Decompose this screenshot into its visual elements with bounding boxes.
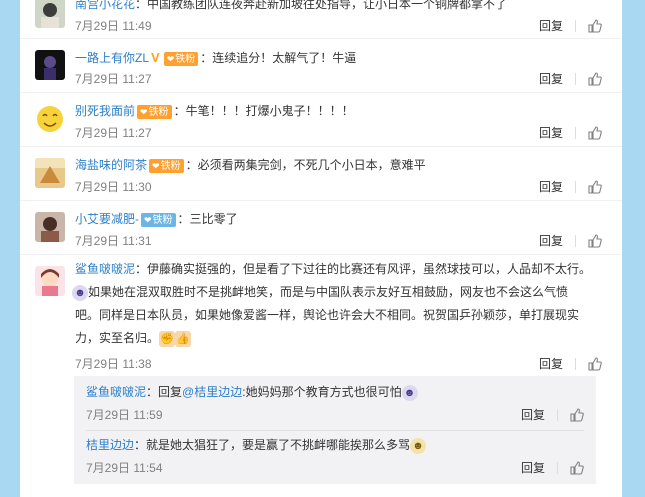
thumbs-up-icon[interactable] xyxy=(588,180,602,194)
mention-link[interactable]: @桔里边边 xyxy=(182,385,242,399)
doge-emoji-icon: ☻ xyxy=(72,284,88,301)
reply-button[interactable]: 回复 xyxy=(539,177,563,197)
comment-item: 一路上有你ZL V ❤铁粉 ：连续追分！太解气了！牛逼 7月29日 11:27 回复 xyxy=(20,38,622,93)
divider xyxy=(575,181,576,193)
username-link[interactable]: 桔里边边 xyxy=(86,438,134,452)
timestamp: 7月29日 11:59 xyxy=(86,408,163,422)
username-link[interactable]: 海盐味的阿茶 xyxy=(75,158,147,172)
reply-button[interactable]: 回复 xyxy=(539,16,563,36)
comment-text: 鲨鱼啵啵泥：伊藤确实挺强的，但是看了下过往的比赛还有风评，虽然球技可以，人品却不… xyxy=(75,262,592,276)
comment-text-line: 力，实至名归。✊ 👍 xyxy=(75,330,192,347)
reply-button[interactable]: 回复 xyxy=(539,123,563,143)
comment-content: 连续追分！太解气了！牛逼 xyxy=(212,51,357,65)
comment-content: 三比零了 xyxy=(189,212,238,226)
fan-badge-icon: ❤ xyxy=(166,53,175,64)
comment-meta: 7月29日 11:30 回复 xyxy=(75,177,602,197)
reply-button[interactable]: 回复 xyxy=(521,405,545,425)
timestamp: 7月29日 11:30 xyxy=(75,180,152,194)
avatar[interactable] xyxy=(35,0,65,28)
comment-meta: 7月29日 11:49 回复 xyxy=(75,16,602,36)
avatar[interactable] xyxy=(35,158,65,188)
sub-reply-item: 鲨鱼啵啵泥：回复@桔里边边:她妈妈那个教育方式也很可怕 ☻ 7月29日 11:59… xyxy=(74,376,596,430)
thumbs-up-icon[interactable] xyxy=(588,126,602,140)
comment-meta: 7月29日 11:38 回复 xyxy=(75,354,602,374)
comment-item: 鲨鱼啵啵泥：伊藤确实挺强的，但是看了下过往的比赛还有风评，虽然球技可以，人品却不… xyxy=(20,254,622,497)
comment-text-line: 吧。同样是日本队员，如果她像爱酱一样，舆论也许会大不相同。祝贺国乒孙颖莎，单打展… xyxy=(75,308,580,322)
timestamp: 7月29日 11:38 xyxy=(75,357,152,371)
verified-v-icon: V xyxy=(151,50,160,65)
timestamp: 7月29日 11:27 xyxy=(75,72,152,86)
divider xyxy=(575,20,576,32)
timestamp: 7月29日 11:54 xyxy=(86,461,163,475)
comment-item: 小艾要减肥- ❤铁粉 ：三比零了 7月29日 11:31 回复 xyxy=(20,200,622,255)
sub-reply-meta: 7月29日 11:54 回复 xyxy=(86,458,584,478)
comment-text: 南宫小花花：中国教练团队连夜奔赴新加坡往处指导，让小日本一个铜牌都拿不了 xyxy=(75,0,602,12)
sub-reply-text: 鲨鱼啵啵泥：回复@桔里边边:她妈妈那个教育方式也很可怕 ☻ xyxy=(86,382,418,402)
comment-content: 必须看两集完剑，不死几个小日本，意难平 xyxy=(197,158,426,172)
sub-reply-item: 桔里边边：就是她太猖狂了，要是赢了不挑衅哪能挨那么多骂 ☻ 7月29日 11:54… xyxy=(74,431,596,485)
thumbs-up-icon[interactable] xyxy=(588,357,602,371)
reply-button[interactable]: 回复 xyxy=(521,458,545,478)
comment-text: 小艾要减肥- ❤铁粉 ：三比零了 xyxy=(75,212,238,227)
fan-badge: ❤铁粉 xyxy=(163,51,199,66)
reply-button[interactable]: 回复 xyxy=(539,231,563,251)
timestamp: 7月29日 11:27 xyxy=(75,126,152,140)
fan-badge: ❤铁粉 xyxy=(141,212,176,227)
username-link[interactable]: 一路上有你ZL xyxy=(75,51,149,65)
divider xyxy=(557,462,558,474)
comment-item: 海盐味的阿茶 ❤铁粉 ：必须看两集完剑，不死几个小日本，意难平 7月29日 11:3… xyxy=(20,146,622,201)
avatar[interactable] xyxy=(35,212,65,242)
doge-emoji-icon: ☻ xyxy=(410,437,427,454)
strong-arm-emoji-icon: ✊ xyxy=(159,330,176,347)
comment-meta: 7月29日 11:27 回复 xyxy=(75,123,602,143)
timestamp: 7月29日 11:49 xyxy=(75,19,152,33)
comment-text-line: ☻ 如果她在混双取胜时不是挑衅地笑，而是与中国队表示友好互相鼓励，网友也不会这么气… xyxy=(72,281,602,304)
comment-content: 中国教练团队连夜奔赴新加坡往处指导，让小日本一个铜牌都拿不了 xyxy=(147,0,508,11)
thumbs-up-icon[interactable] xyxy=(588,72,602,86)
fan-badge-icon: ❤ xyxy=(140,106,148,117)
divider xyxy=(575,235,576,247)
avatar[interactable] xyxy=(35,266,65,296)
fan-badge-icon: ❤ xyxy=(152,160,160,171)
comment-item: 南宫小花花：中国教练团队连夜奔赴新加坡往处指导，让小日本一个铜牌都拿不了 7月2… xyxy=(20,0,622,39)
comment-meta: 7月29日 11:31 回复 xyxy=(75,231,602,251)
thumbs-up-emoji-icon: 👍 xyxy=(175,330,192,347)
reply-button[interactable]: 回复 xyxy=(539,69,563,89)
username-link[interactable]: 别死我面前 xyxy=(75,104,135,118)
username-link[interactable]: 鲨鱼啵啵泥 xyxy=(75,262,135,276)
username-link[interactable]: 南宫小花花 xyxy=(75,0,135,11)
comment-text: 别死我面前 ❤铁粉 ：牛笔！！！打爆小鬼子！！！！ xyxy=(75,104,354,119)
divider xyxy=(557,409,558,421)
reply-button[interactable]: 回复 xyxy=(539,354,563,374)
divider xyxy=(575,358,576,370)
thumbs-up-icon[interactable] xyxy=(570,408,584,422)
comment-content: 牛笔！！！打爆小鬼子！！！！ xyxy=(185,104,354,118)
username-link[interactable]: 小艾要减肥- xyxy=(75,212,139,226)
comment-item: 别死我面前 ❤铁粉 ：牛笔！！！打爆小鬼子！！！！ 7月29日 11:27 回复 xyxy=(20,92,622,147)
comment-text: 一路上有你ZL V ❤铁粉 ：连续追分！太解气了！牛逼 xyxy=(75,50,357,66)
thumbs-up-icon[interactable] xyxy=(570,461,584,475)
comment-meta: 7月29日 11:27 回复 xyxy=(75,69,602,89)
comment-text: 海盐味的阿茶 ❤铁粉 ：必须看两集完剑，不死几个小日本，意难平 xyxy=(75,158,426,173)
comment-panel: 南宫小花花：中国教练团队连夜奔赴新加坡往处指导，让小日本一个铜牌都拿不了 7月2… xyxy=(20,0,622,497)
divider xyxy=(575,127,576,139)
username-link[interactable]: 鲨鱼啵啵泥 xyxy=(86,385,146,399)
sub-reply-text: 桔里边边：就是她太猖狂了，要是赢了不挑衅哪能挨那么多骂 ☻ xyxy=(86,435,427,455)
fan-badge: ❤铁粉 xyxy=(137,104,172,119)
thumbs-up-icon[interactable] xyxy=(588,19,602,33)
sub-reply-meta: 7月29日 11:59 回复 xyxy=(86,405,584,425)
doge-emoji-icon: ☻ xyxy=(401,384,418,401)
divider xyxy=(575,73,576,85)
thumbs-up-icon[interactable] xyxy=(588,234,602,248)
avatar[interactable] xyxy=(35,50,65,80)
fan-badge: ❤铁粉 xyxy=(149,158,184,173)
fan-badge-icon: ❤ xyxy=(144,214,152,225)
reply-thread: 鲨鱼啵啵泥：回复@桔里边边:她妈妈那个教育方式也很可怕 ☻ 7月29日 11:59… xyxy=(74,376,596,484)
avatar[interactable] xyxy=(35,104,65,134)
timestamp: 7月29日 11:31 xyxy=(75,234,152,248)
